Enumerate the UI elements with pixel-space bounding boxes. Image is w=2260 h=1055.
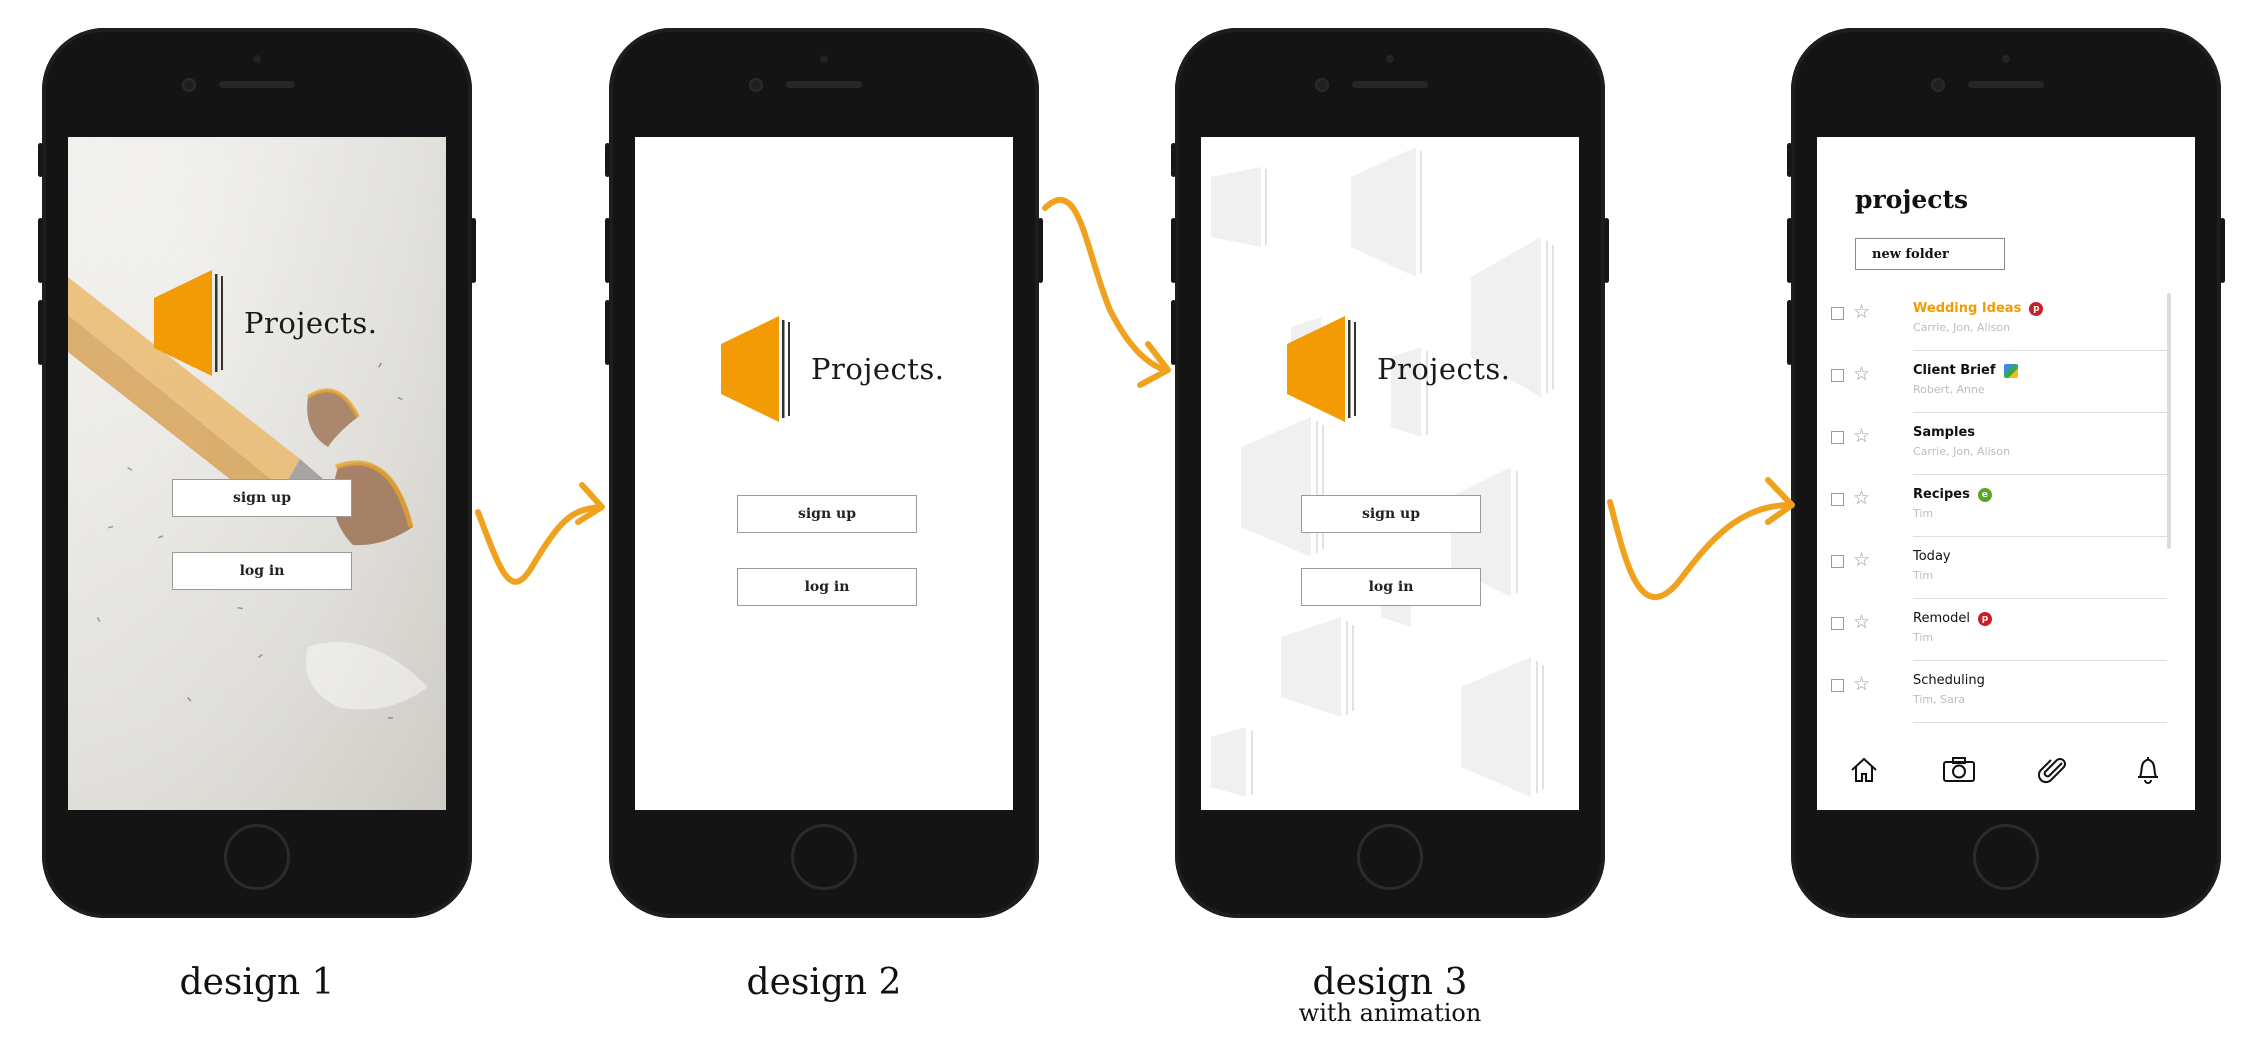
star-icon[interactable]: ☆ <box>1853 363 1870 385</box>
list-item[interactable]: ☆ Scheduling Tim, Sara <box>1831 661 2167 723</box>
home-button[interactable] <box>791 824 857 890</box>
sign-up-button[interactable]: sign up <box>1301 495 1481 533</box>
app-name: Projects. <box>244 306 378 340</box>
item-title: Client Brief <box>1913 363 1996 378</box>
list-item[interactable]: ☆ Recipes e Tim <box>1831 475 2167 537</box>
evernote-icon: e <box>1977 487 1992 502</box>
caption-design-2: design 2 <box>746 962 902 1003</box>
new-folder-button[interactable]: new folder <box>1855 238 2005 270</box>
item-members: Tim <box>1913 507 1934 520</box>
star-icon[interactable]: ☆ <box>1853 425 1870 447</box>
paperclip-icon[interactable] <box>2033 750 2073 790</box>
log-in-button[interactable]: log in <box>172 552 352 590</box>
phone-design-1: Projects. sign up log in <box>38 28 476 918</box>
item-title: Wedding Ideas <box>1913 301 2022 316</box>
checkbox[interactable] <box>1831 679 1844 692</box>
caption-design-1: design 1 <box>179 962 335 1003</box>
project-list: ☆ Wedding Ideas p Carrie, Jon, Alison ☆ C… <box>1817 289 2167 723</box>
item-members: Robert, Anne <box>1913 383 1985 396</box>
camera-icon[interactable] <box>1939 750 1979 790</box>
log-in-button[interactable]: log in <box>737 568 917 606</box>
phone-projects-list: projects new folder ☆ Wedding Ideas p Car… <box>1787 28 2225 918</box>
list-item[interactable]: ☆ Today Tim <box>1831 537 2167 599</box>
pinterest-icon: p <box>2029 301 2044 316</box>
star-icon[interactable]: ☆ <box>1853 673 1870 695</box>
star-icon[interactable]: ☆ <box>1853 301 1870 323</box>
screen-design-3: Projects. sign up log in <box>1201 137 1579 810</box>
item-members: Carrie, Jon, Alison <box>1913 445 2011 458</box>
item-title: Samples <box>1913 425 1975 440</box>
list-item[interactable]: ☆ Remodel p Tim <box>1831 599 2167 661</box>
sign-up-button[interactable]: sign up <box>737 495 917 533</box>
app-logo: Projects. <box>1287 316 1511 422</box>
item-members: Tim <box>1913 569 1934 582</box>
caption-subtitle: with animation <box>1298 999 1482 1027</box>
checkbox[interactable] <box>1831 493 1844 506</box>
phone-design-2: Projects. sign up log in <box>605 28 1043 918</box>
home-button[interactable] <box>1973 824 2039 890</box>
star-icon[interactable]: ☆ <box>1853 611 1870 633</box>
star-icon[interactable]: ☆ <box>1853 549 1870 571</box>
item-title: Today <box>1913 549 1951 564</box>
screen-design-1: Projects. sign up log in <box>68 137 446 810</box>
item-members: Tim, Sara <box>1913 693 1966 706</box>
bell-icon[interactable] <box>2128 750 2168 790</box>
item-title: Remodel <box>1913 611 1970 626</box>
app-name: Projects. <box>811 352 945 386</box>
scrollbar[interactable] <box>2167 293 2171 549</box>
app-name: Projects. <box>1377 352 1511 386</box>
sign-up-button[interactable]: sign up <box>172 479 352 517</box>
item-members: Carrie, Jon, Alison <box>1913 321 2011 334</box>
item-members: Tim <box>1913 631 1934 644</box>
app-logo: Projects. <box>721 316 945 422</box>
list-item[interactable]: ☆ Client Brief Robert, Anne <box>1831 351 2167 413</box>
checkbox[interactable] <box>1831 369 1844 382</box>
home-icon[interactable] <box>1844 750 1884 790</box>
projects-logo-icon <box>154 270 223 376</box>
caption-design-3: design 3 with animation <box>1240 962 1540 1027</box>
checkbox[interactable] <box>1831 307 1844 320</box>
log-in-button[interactable]: log in <box>1301 568 1481 606</box>
item-title: Scheduling <box>1913 673 1985 688</box>
drive-icon <box>2003 363 2018 378</box>
pencil-background-photo <box>68 137 446 810</box>
app-logo: Projects. <box>154 270 378 376</box>
checkbox[interactable] <box>1831 555 1844 568</box>
animated-logo-pattern <box>1211 147 1554 797</box>
home-button[interactable] <box>224 824 290 890</box>
projects-logo-icon <box>721 316 790 422</box>
page-title: projects <box>1855 185 1969 214</box>
checkbox[interactable] <box>1831 431 1844 444</box>
item-title: Recipes <box>1913 487 1970 502</box>
list-item[interactable]: ☆ Wedding Ideas p Carrie, Jon, Alison <box>1831 289 2167 351</box>
star-icon[interactable]: ☆ <box>1853 487 1870 509</box>
projects-logo-icon <box>1287 316 1356 422</box>
list-item[interactable]: ☆ Samples Carrie, Jon, Alison <box>1831 413 2167 475</box>
home-button[interactable] <box>1357 824 1423 890</box>
phone-design-3: Projects. sign up log in <box>1171 28 1609 918</box>
tab-bar <box>1817 730 2195 810</box>
checkbox[interactable] <box>1831 617 1844 630</box>
screen-projects-list: projects new folder ☆ Wedding Ideas p Car… <box>1817 137 2195 810</box>
pinterest-icon: p <box>1977 611 1992 626</box>
screen-design-2: Projects. sign up log in <box>635 137 1013 810</box>
